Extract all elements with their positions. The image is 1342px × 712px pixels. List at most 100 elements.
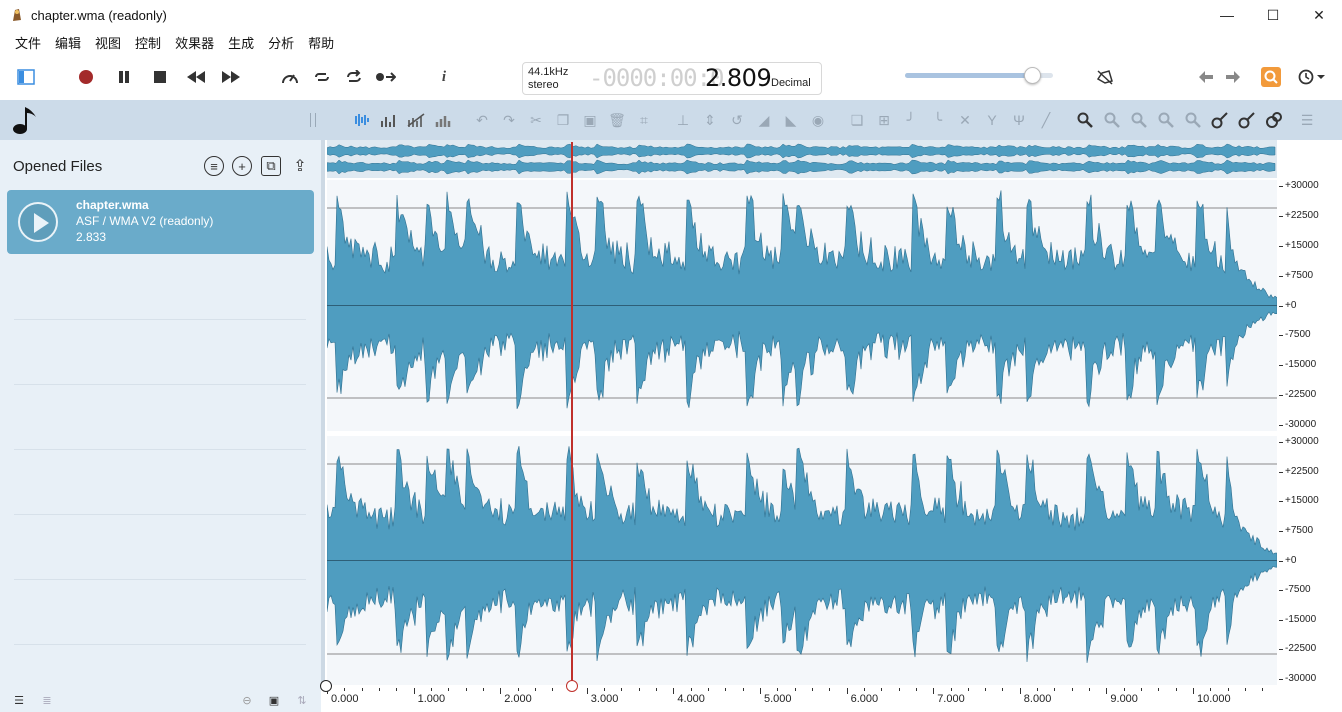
sidebar-toggle-icon[interactable]: [15, 66, 37, 88]
line-icon[interactable]: ╱: [1036, 110, 1056, 130]
undo-icon[interactable]: ↶: [472, 110, 492, 130]
menu-help[interactable]: 帮助: [301, 33, 341, 52]
timeline-minor-tick: [1037, 688, 1039, 691]
zoom-icon[interactable]: [1075, 110, 1095, 130]
cut-icon[interactable]: ✂: [526, 110, 546, 130]
timeline-label: 9.000: [1110, 693, 1138, 705]
file-item[interactable]: chapter.wma ASF / WMA V2 (readonly) 2.83…: [7, 190, 314, 254]
info-icon[interactable]: i: [433, 66, 455, 88]
time-format[interactable]: Decimal: [771, 77, 811, 89]
mix-icon[interactable]: Ψ: [1009, 110, 1029, 130]
playhead-cursor[interactable]: [571, 142, 573, 687]
close-button[interactable]: ✕: [1296, 0, 1342, 30]
timeline-minor-tick: [361, 688, 363, 691]
menu-edit[interactable]: 编辑: [48, 33, 88, 52]
waveform-view-icon[interactable]: [352, 110, 372, 130]
record-icon[interactable]: [75, 66, 97, 88]
timeline-minor-tick: [898, 688, 900, 691]
copy-icon[interactable]: ❐: [553, 110, 573, 130]
image-icon[interactable]: ▣: [267, 693, 281, 707]
marker-b-icon[interactable]: [1237, 110, 1257, 130]
merge-icon[interactable]: Y: [982, 110, 1002, 130]
insert-silence-icon[interactable]: ⊥: [673, 110, 693, 130]
play-to-icon[interactable]: [375, 66, 397, 88]
timeline-minor-tick: [378, 688, 380, 691]
reverse-icon[interactable]: ↺: [727, 110, 747, 130]
fade-out-icon[interactable]: ◣: [781, 110, 801, 130]
spectrum-view-icon[interactable]: [379, 110, 399, 130]
list-view-icon[interactable]: ☰: [1297, 110, 1317, 130]
mute-speaker-icon[interactable]: [1094, 66, 1116, 88]
spectrogram-icon[interactable]: [406, 110, 426, 130]
volume-fill: [905, 73, 1033, 78]
export-icon[interactable]: ⇪: [290, 156, 310, 176]
fast-forward-icon[interactable]: [220, 66, 242, 88]
timeline-minor-tick: [656, 688, 658, 691]
panel-title: Opened Files: [13, 158, 103, 175]
curve-b-icon[interactable]: ╰: [928, 110, 948, 130]
overview-strip[interactable]: [326, 140, 1277, 178]
rewind-icon[interactable]: [185, 66, 207, 88]
loop-icon[interactable]: [311, 66, 333, 88]
curve-a-icon[interactable]: ╯: [901, 110, 921, 130]
crop-icon[interactable]: ⌗: [634, 110, 654, 130]
add-file-icon[interactable]: +: [232, 156, 252, 176]
link-icon[interactable]: ⊖: [240, 693, 254, 707]
paste-icon[interactable]: ▣: [580, 110, 600, 130]
timeline-minor-tick: [1262, 688, 1264, 691]
forward-arrow-icon[interactable]: [1222, 66, 1244, 88]
repeat-icon[interactable]: [343, 66, 365, 88]
menu-analyze[interactable]: 分析: [261, 33, 301, 52]
stop-icon[interactable]: [149, 66, 171, 88]
start-marker-handle[interactable]: [320, 680, 332, 692]
history-icon[interactable]: [1297, 66, 1327, 88]
zoom-out-icon[interactable]: [1102, 110, 1122, 130]
filter-icon[interactable]: ≡: [204, 156, 224, 176]
timeline-tick: [760, 688, 761, 694]
fade-in-icon[interactable]: ◢: [754, 110, 774, 130]
timeline-minor-tick: [1054, 688, 1056, 691]
grid-icon[interactable]: ≣: [40, 693, 54, 707]
play-icon[interactable]: [18, 202, 58, 242]
channel-left[interactable]: [326, 180, 1278, 431]
menu-view[interactable]: 视图: [88, 33, 128, 52]
overview-channel: [326, 159, 1276, 175]
list-icon[interactable]: ☰: [12, 693, 26, 707]
normalize-icon[interactable]: ◉: [808, 110, 828, 130]
speed-gauge-icon[interactable]: [279, 66, 301, 88]
waveform-area[interactable]: +30000 +22500 +15000 +7500 +0 -7500 -15000 -225…: [325, 140, 1342, 688]
sort-icon[interactable]: ⇅: [295, 693, 309, 707]
menu-control[interactable]: 控制: [128, 33, 168, 52]
marker-a-icon[interactable]: [1210, 110, 1230, 130]
redo-icon[interactable]: ↷: [499, 110, 519, 130]
zoom-selection-icon[interactable]: [1156, 110, 1176, 130]
volume-slider[interactable]: [905, 67, 1053, 84]
zoom-all-icon[interactable]: [1183, 110, 1203, 130]
amplitude-scale-left: +30000 +22500 +15000 +7500 +0 -7500 -15000 -225…: [1279, 180, 1342, 431]
back-arrow-icon[interactable]: [1195, 66, 1217, 88]
add-region-icon[interactable]: ⊞: [874, 110, 894, 130]
playhead-handle[interactable]: [566, 680, 578, 692]
delete-icon[interactable]: 🗑: [607, 110, 627, 130]
menu-effects[interactable]: 效果器: [168, 33, 221, 52]
bars-view-icon[interactable]: [433, 110, 453, 130]
timeline-ruler[interactable]: 0.000 1.000 2.000 3.000 4.000 5.000 6.000 7.000…: [325, 688, 1342, 712]
menu-file[interactable]: 文件: [8, 33, 48, 52]
cross-icon[interactable]: ✕: [955, 110, 975, 130]
toolbar-grip[interactable]: [310, 113, 316, 127]
menu-generate[interactable]: 生成: [221, 33, 261, 52]
split-icon[interactable]: ⇕: [700, 110, 720, 130]
timeline-tick: [500, 688, 502, 694]
timeline-minor-tick: [1002, 688, 1004, 691]
search-app-icon[interactable]: [1260, 66, 1282, 88]
minimize-button[interactable]: —: [1204, 0, 1250, 30]
channel-right[interactable]: [326, 436, 1278, 685]
duplicate-icon[interactable]: ❏: [847, 110, 867, 130]
timeline-tick: [1019, 688, 1021, 694]
zoom-fit-icon[interactable]: [1129, 110, 1149, 130]
pause-icon[interactable]: [113, 66, 135, 88]
timeline-minor-tick: [1227, 688, 1229, 691]
maximize-button[interactable]: ☐: [1250, 0, 1296, 30]
marker-link-icon[interactable]: [1264, 110, 1284, 130]
duplicate-file-icon[interactable]: ⧉: [261, 156, 281, 176]
